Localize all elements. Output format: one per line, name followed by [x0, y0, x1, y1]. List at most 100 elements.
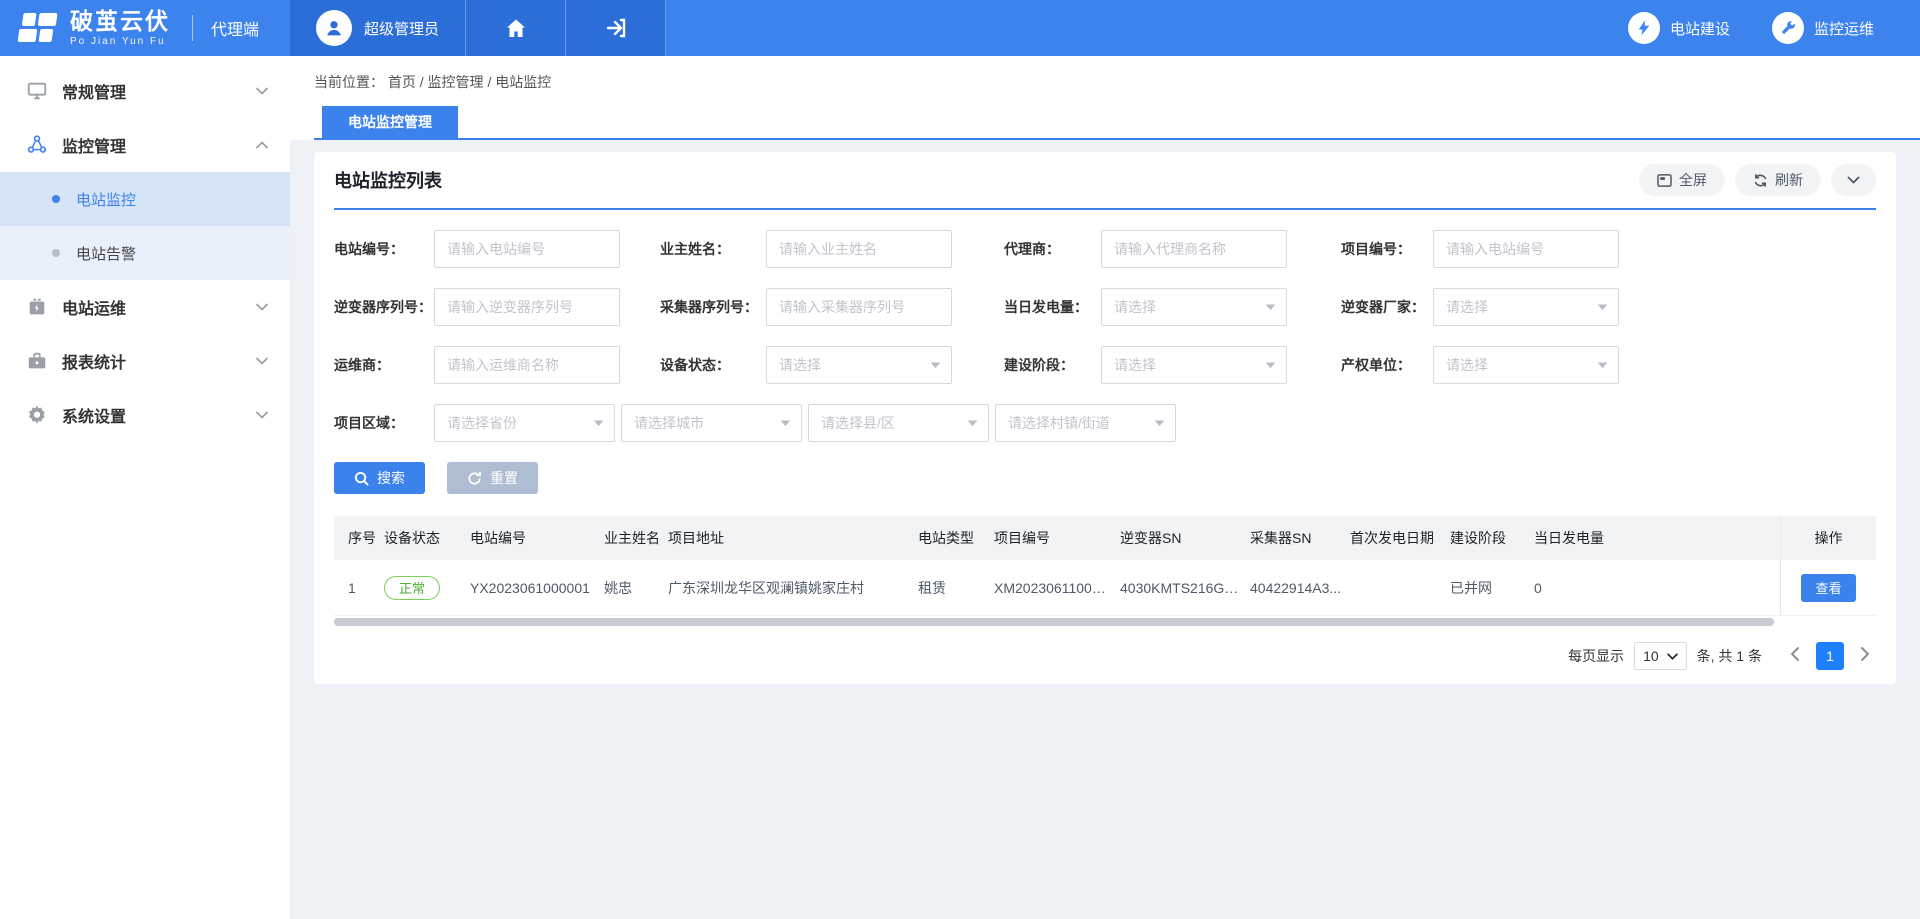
- select-placeholder: 请选择: [1446, 297, 1488, 317]
- home-button[interactable]: [466, 0, 566, 56]
- sidebar-item-system-settings[interactable]: 系统设置: [0, 388, 290, 442]
- horizontal-scrollbar[interactable]: [334, 618, 1774, 626]
- prev-page-button[interactable]: [1784, 647, 1806, 666]
- inverter-sn-input[interactable]: [434, 288, 620, 326]
- owner-name-input[interactable]: [766, 230, 952, 268]
- reset-button[interactable]: 重置: [447, 462, 538, 494]
- col-index: 序号: [334, 528, 384, 548]
- gear-icon: [26, 404, 48, 426]
- collapse-panel-button[interactable]: [1831, 164, 1876, 196]
- agent-input[interactable]: [1101, 230, 1287, 268]
- monitor-icon: [26, 80, 48, 102]
- next-page-button[interactable]: [1854, 647, 1876, 666]
- brand-logo-icon: [16, 10, 60, 46]
- city-select[interactable]: 请选择城市: [621, 404, 802, 442]
- network-icon: [26, 134, 48, 156]
- filter-row-1: 电站编号： 业主姓名： 代理商： 项目编号：: [334, 230, 1876, 268]
- device-status-select[interactable]: 请选择: [766, 346, 952, 384]
- filter-label: 代理商：: [1004, 239, 1101, 259]
- cell-index: 1: [334, 580, 384, 596]
- caret-down-icon: [1597, 304, 1608, 311]
- cell-collector-sn: 40422914A3...: [1250, 580, 1350, 596]
- select-placeholder: 请选择省份: [447, 413, 517, 433]
- select-placeholder: 请选择村镇/街道: [1008, 413, 1110, 433]
- property-unit-select[interactable]: 请选择: [1433, 346, 1619, 384]
- town-select[interactable]: 请选择村镇/街道: [995, 404, 1176, 442]
- panel-header: 电站监控列表 全屏 刷新: [334, 152, 1876, 210]
- lightning-circle-icon: [1628, 12, 1660, 44]
- sidebar-item-label: 监控管理: [62, 133, 242, 157]
- user-block: 超级管理员: [290, 0, 666, 56]
- view-button[interactable]: 查看: [1801, 574, 1855, 602]
- home-icon: [504, 16, 528, 40]
- fullscreen-button[interactable]: 全屏: [1639, 164, 1725, 196]
- sidebar-item-general-mgmt[interactable]: 常规管理: [0, 64, 290, 118]
- filter-form: 电站编号： 业主姓名： 代理商： 项目编号：: [334, 210, 1876, 442]
- station-no-input[interactable]: [434, 230, 620, 268]
- page-1-button[interactable]: 1: [1816, 642, 1844, 670]
- pagination: 每页显示 10 条, 共 1 条 1: [334, 642, 1876, 670]
- filter-label: 产权单位：: [1341, 355, 1433, 375]
- ops-provider-input[interactable]: [434, 346, 620, 384]
- sidebar-subitem-station-monitor[interactable]: 电站监控: [0, 172, 290, 226]
- col-device-status: 设备状态: [384, 528, 470, 548]
- county-select[interactable]: 请选择县/区: [808, 404, 989, 442]
- select-placeholder: 请选择县/区: [821, 413, 895, 433]
- breadcrumb-path: 首页 / 监控管理 / 电站监控: [388, 74, 551, 90]
- user-menu[interactable]: 超级管理员: [290, 0, 466, 56]
- filter-label: 设备状态：: [660, 355, 766, 375]
- build-stage-select[interactable]: 请选择: [1101, 346, 1287, 384]
- select-placeholder: 请选择: [779, 355, 821, 375]
- filter-label: 项目编号：: [1341, 239, 1433, 259]
- sidebar-item-report-stats[interactable]: 报表统计: [0, 334, 290, 388]
- sidebar-subitem-station-alarm[interactable]: 电站告警: [0, 226, 290, 280]
- daily-power-select[interactable]: 请选择: [1101, 288, 1287, 326]
- refresh-button[interactable]: 刷新: [1735, 164, 1821, 196]
- nav-monitor-ops-label: 监控运维: [1814, 18, 1874, 39]
- caret-down-icon: [1597, 362, 1608, 369]
- cell-daily-power: 0: [1534, 580, 1626, 596]
- inverter-vendor-select[interactable]: 请选择: [1433, 288, 1619, 326]
- filter-property-unit: 产权单位： 请选择: [1341, 346, 1671, 384]
- cell-inverter-sn: 4030KMTS216G0213...: [1120, 580, 1250, 596]
- filter-label: 电站编号：: [334, 239, 434, 259]
- sidebar-item-monitor-mgmt[interactable]: 监控管理: [0, 118, 290, 172]
- cell-address: 广东深圳龙华区观澜镇姚家庄村: [668, 578, 918, 598]
- breadcrumb-prefix: 当前位置：: [314, 74, 384, 90]
- cell-stage: 已并网: [1450, 578, 1534, 598]
- project-no-input[interactable]: [1433, 230, 1619, 268]
- search-button[interactable]: 搜索: [334, 462, 425, 494]
- user-avatar: [316, 10, 352, 46]
- sidebar-item-station-ops[interactable]: 电站运维: [0, 280, 290, 334]
- logout-button[interactable]: [566, 0, 666, 56]
- portal-label: 代理端: [211, 16, 259, 40]
- filter-collector-sn: 采集器序列号：: [660, 288, 1004, 326]
- logout-icon: [604, 16, 628, 40]
- brand-title: 破茧云伏: [70, 10, 170, 33]
- sidebar: 常规管理 监控管理 电站监控 电站告警: [0, 56, 290, 919]
- chevron-down-icon: [256, 303, 268, 311]
- tab-station-monitor-mgmt[interactable]: 电站监控管理: [322, 106, 458, 138]
- search-label: 搜索: [377, 468, 405, 488]
- brand-logo-area[interactable]: 破茧云伏 Po Jian Yun Fu 代理端: [0, 0, 290, 56]
- brand-divider: [192, 15, 193, 41]
- filter-label: 运维商：: [334, 355, 434, 375]
- brand-subtitle: Po Jian Yun Fu: [70, 37, 170, 47]
- panel-toolbar: 全屏 刷新: [1639, 164, 1876, 196]
- brand-text: 破茧云伏 Po Jian Yun Fu: [70, 10, 170, 47]
- chevron-down-icon: [1847, 176, 1860, 184]
- battery-bolt-icon: [26, 296, 48, 318]
- sidebar-item-label: 报表统计: [62, 349, 242, 373]
- nav-station-build[interactable]: 电站建设: [1628, 12, 1730, 44]
- lightning-icon: [1635, 19, 1653, 37]
- col-project-no: 项目编号: [994, 528, 1120, 548]
- nav-monitor-ops[interactable]: 监控运维: [1772, 12, 1874, 44]
- filter-label: 业主姓名：: [660, 239, 766, 259]
- sidebar-item-label: 系统设置: [62, 403, 242, 427]
- collector-sn-input[interactable]: [766, 288, 952, 326]
- filter-inverter-sn: 逆变器序列号：: [334, 288, 660, 326]
- total-count-text: 条, 共 1 条: [1697, 646, 1762, 666]
- province-select[interactable]: 请选择省份: [434, 404, 615, 442]
- col-first-power-date: 首次发电日期: [1350, 528, 1450, 548]
- per-page-select[interactable]: 10: [1634, 642, 1687, 670]
